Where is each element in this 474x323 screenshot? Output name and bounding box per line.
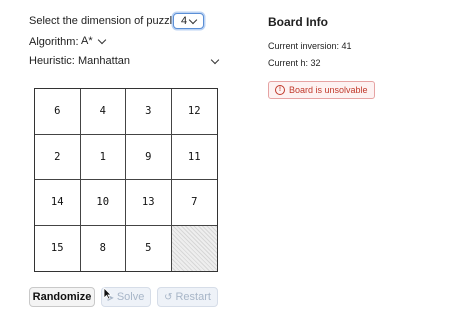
tile[interactable]: 15 xyxy=(35,225,81,271)
alert-text: Board is unsolvable xyxy=(289,85,368,95)
algorithm-value: A* xyxy=(81,35,93,47)
tile[interactable]: 10 xyxy=(80,180,126,226)
tile[interactable]: 1 xyxy=(80,134,126,180)
chevron-down-icon xyxy=(97,35,106,44)
tile[interactable]: 6 xyxy=(35,89,81,135)
heuristic-label: Heuristic: xyxy=(29,55,75,67)
dimension-select[interactable]: 4 xyxy=(173,13,204,29)
tile[interactable]: 4 xyxy=(80,89,126,135)
tile[interactable]: 8 xyxy=(81,225,126,271)
tile[interactable]: 14 xyxy=(35,180,81,226)
tile[interactable]: 2 xyxy=(35,134,81,180)
tile[interactable]: 3 xyxy=(126,89,172,135)
current-h: Current h: 32 xyxy=(268,58,321,68)
unsolvable-alert: ! Board is unsolvable xyxy=(268,81,375,99)
puzzle-board: 6 4 3 12 2 1 9 11 14 10 13 7 15 8 5 xyxy=(34,88,218,272)
chevron-down-icon xyxy=(188,15,198,24)
algorithm-select[interactable]: A* xyxy=(81,35,106,47)
restart-button[interactable]: ↺ Restart xyxy=(157,287,218,307)
alert-icon: ! xyxy=(275,85,285,95)
restart-icon: ↺ xyxy=(164,291,173,303)
current-inversion: Current inversion: 41 xyxy=(268,41,352,51)
heuristic-value: Manhattan xyxy=(78,55,130,67)
tile[interactable]: 11 xyxy=(171,135,217,180)
chevron-down-icon xyxy=(210,55,220,64)
tile[interactable]: 5 xyxy=(126,225,172,271)
tile[interactable]: 13 xyxy=(126,180,172,226)
heuristic-select[interactable]: Manhattan xyxy=(78,54,220,68)
dimension-label: Select the dimension of puzzle: xyxy=(29,15,182,27)
mouse-cursor-icon xyxy=(103,287,112,300)
algorithm-label: Algorithm: xyxy=(29,36,79,48)
randomize-button[interactable]: Randomize xyxy=(29,287,95,307)
tile[interactable]: 12 xyxy=(171,89,217,135)
empty-tile xyxy=(171,225,217,271)
restart-label: Restart xyxy=(175,291,211,303)
solve-label: Solve xyxy=(116,291,145,303)
tile[interactable]: 7 xyxy=(171,180,217,226)
tile[interactable]: 9 xyxy=(126,134,172,180)
dimension-value: 4 xyxy=(180,15,188,27)
board-info-title: Board Info xyxy=(268,15,328,29)
